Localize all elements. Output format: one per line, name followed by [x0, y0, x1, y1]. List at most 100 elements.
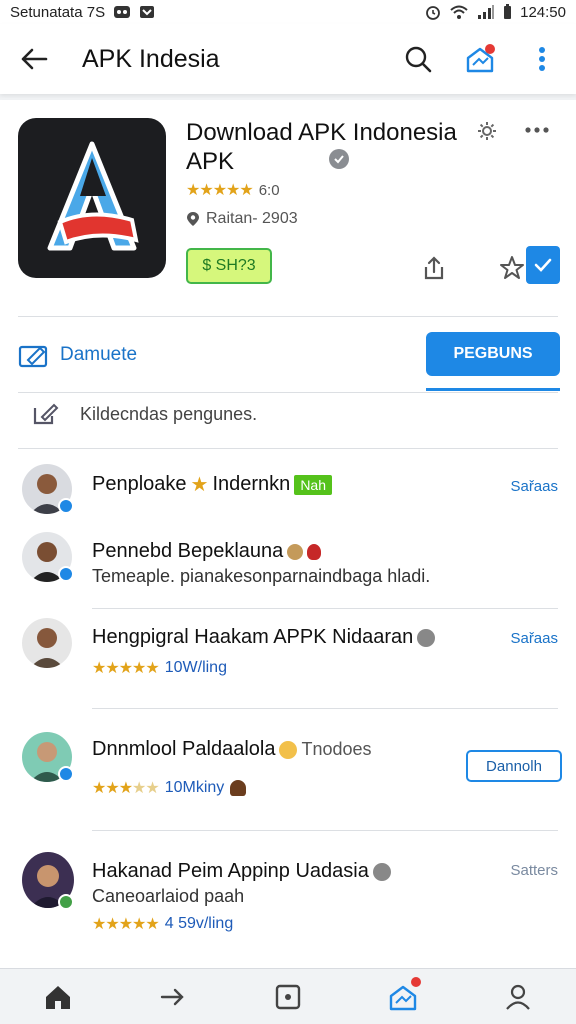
review-tag: Nah [294, 474, 332, 495]
app-detail-card: Download APK Indonesia APK ★★★★★ 6:0 Rai… [0, 100, 576, 968]
review-meta-text: 4 59v/ling [164, 915, 234, 932]
emoji-icon [307, 543, 322, 560]
search-button[interactable] [400, 41, 436, 77]
nav-notifications[interactable] [379, 973, 427, 1021]
app-notification-icon [113, 5, 131, 19]
review-name: Hakanad Peim Appinp Uadasia [92, 860, 391, 883]
review-name: Penploake ★ Indernkn Nah [92, 472, 332, 497]
rating-stars-icon: ★★★★★ [92, 916, 160, 933]
nav-forward[interactable] [149, 973, 197, 1021]
edit-icon [18, 345, 48, 368]
review-action-button[interactable]: Dannolh [466, 750, 562, 782]
bottom-nav [0, 968, 576, 1024]
signal-icon [477, 4, 495, 20]
info-icon [372, 862, 391, 881]
nav-home[interactable] [34, 973, 82, 1021]
review-meta-text: 10W/ling [164, 659, 227, 676]
divider [92, 608, 558, 609]
app-more-button[interactable] [524, 122, 550, 138]
arrow-right-icon [160, 988, 184, 1005]
status-bar: Setunatata 7S 124:50 [0, 0, 576, 24]
review-link[interactable]: Sařaas [510, 630, 558, 647]
avatar-verified-icon [58, 566, 74, 582]
review-item[interactable]: Pennebd Bepeklauna Temeaple. pianakesonp… [22, 532, 562, 596]
review-link[interactable]: Sařaas [510, 478, 558, 495]
square-dot-icon [275, 984, 301, 1009]
notification-dot [411, 976, 422, 987]
avatar-verified-icon [58, 498, 74, 514]
reviewer-name: Pennebd Bepeklauna [92, 540, 284, 562]
apk-logo-icon [47, 141, 139, 251]
review-item[interactable]: Dnnmlool Paldaalola Tnodoes ★★★★★ 10Mkin… [22, 730, 562, 820]
pin-star-icon [500, 256, 524, 279]
emoji-icon [287, 543, 304, 560]
arrow-left-icon [21, 48, 48, 70]
price-tag[interactable]: $ SH?3 [186, 248, 272, 284]
review-meta: ★★★★★ 10Mkiny [92, 778, 247, 798]
reviewer-name-suffix: Indernkn [212, 473, 291, 495]
divider [18, 316, 558, 317]
page-title: APK Indesia [82, 44, 220, 73]
emoji-icon [279, 740, 298, 759]
checkmark-icon [534, 258, 552, 272]
review-link[interactable]: Satters [510, 862, 558, 879]
wifi-icon [449, 4, 469, 20]
status-carrier-text: Setunatata 7S [10, 3, 106, 21]
star-icon: ★ [190, 474, 209, 496]
app-size-label: Raitan- 2903 [206, 210, 298, 227]
review-name: Hengpigral Haakam APPK Nidaaran [92, 626, 436, 649]
divider [18, 448, 558, 449]
app-rating: ★★★★★ 6:0 [186, 180, 280, 200]
nav-profile[interactable] [494, 973, 542, 1021]
rating-stars-icon: ★★★★★ [92, 780, 160, 797]
avatar-verified-icon [58, 894, 74, 910]
back-button[interactable] [16, 41, 52, 77]
info-icon [417, 628, 436, 647]
more-vert-icon [539, 47, 545, 71]
search-icon [405, 46, 432, 73]
review-name: Pennebd Bepeklauna [92, 540, 322, 563]
share-icon [424, 256, 444, 280]
review-item[interactable]: Hakanad Peim Appinp Uadasia Caneoarlaiod… [22, 852, 562, 942]
more-horiz-icon [525, 127, 549, 133]
edit-link[interactable]: Damuete [18, 342, 137, 368]
review-meta-text: 10Mkiny [164, 779, 225, 796]
rating-stars-icon: ★★★★★ [92, 660, 160, 677]
installed-check-button[interactable] [526, 246, 560, 284]
review-name: Dnnmlool Paldaalola Tnodoes [92, 738, 372, 761]
app-bar-actions [400, 41, 560, 77]
status-time: 124:50 [520, 3, 566, 21]
home-badge-icon [389, 985, 417, 1010]
edit-note-icon [33, 403, 59, 425]
review-meta: ★★★★★ 10W/ling [92, 658, 227, 678]
review-item[interactable]: Penploake ★ Indernkn Nah Sařaas [22, 464, 562, 520]
share-button[interactable] [416, 250, 452, 286]
rating-value: 6:0 [258, 181, 280, 199]
edit-link-label: Damuete [60, 344, 138, 365]
verified-icon [329, 149, 349, 169]
primary-action-button[interactable]: PEGBUNS [426, 332, 560, 376]
app-header: Download APK Indonesia APK ★★★★★ 6:0 Rai… [18, 118, 560, 298]
app-icon [18, 118, 166, 278]
app-bar: APK Indesia [0, 24, 576, 94]
review-meta: ★★★★★ 4 59v/ling [92, 914, 233, 934]
hint-row: Kildecndas pengunes. [32, 402, 257, 426]
emoji-icon [230, 780, 247, 796]
review-item[interactable]: Hengpigral Haakam APPK Nidaaran ★★★★★ 10… [22, 618, 562, 698]
nav-apps[interactable] [264, 973, 312, 1021]
status-left: Setunatata 7S [10, 4, 155, 21]
status-right: 124:50 [425, 4, 566, 21]
reviewer-name: Hengpigral Haakam APPK Nidaaran [92, 626, 414, 648]
divider [18, 392, 558, 393]
pin-button[interactable] [494, 250, 530, 286]
battery-icon [503, 4, 512, 20]
location-pin-icon [187, 212, 199, 226]
notification-dot [485, 44, 495, 54]
settings-button[interactable] [476, 120, 498, 142]
more-button[interactable] [524, 41, 560, 77]
alarm-icon [425, 4, 441, 20]
notifications-button[interactable] [462, 41, 498, 77]
verified-badge [328, 148, 350, 175]
home-icon [45, 985, 70, 1009]
reviewer-name: Penploake [92, 473, 187, 495]
